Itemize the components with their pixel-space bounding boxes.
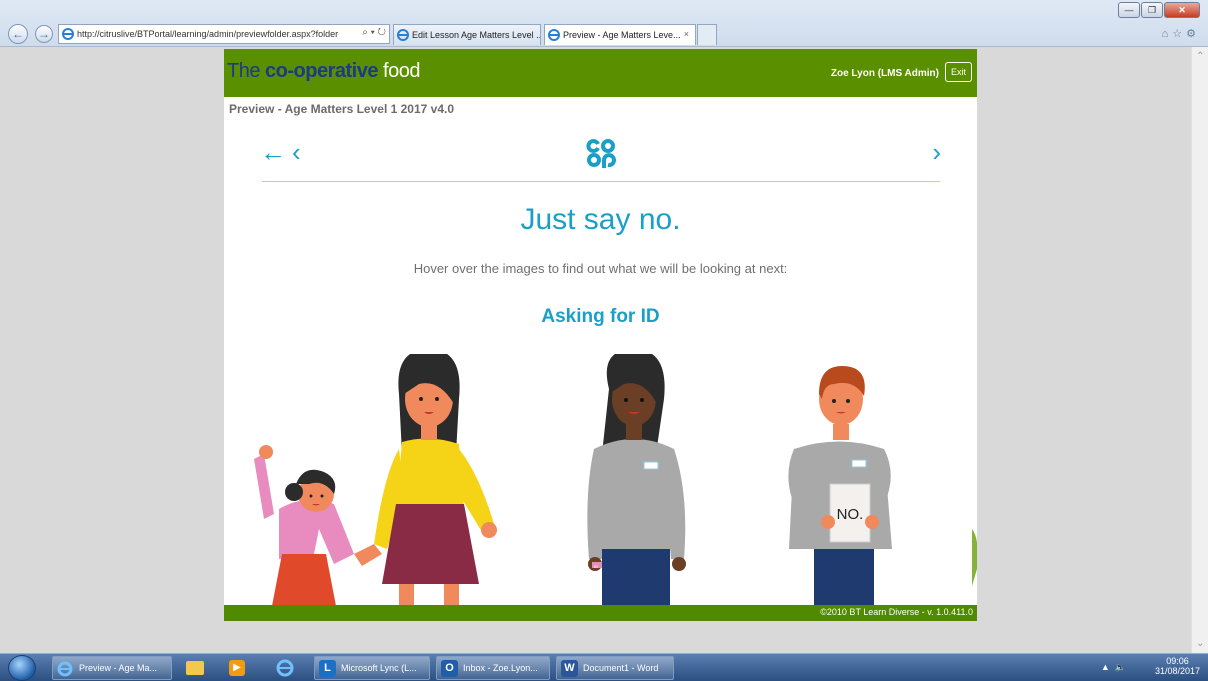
speaker-icon[interactable]: 🔈	[1115, 662, 1126, 672]
clock[interactable]: 09:06 31/08/2017	[1155, 656, 1200, 676]
home-icon[interactable]: ⌂	[1162, 28, 1173, 40]
restore-icon: ❐	[1147, 4, 1157, 15]
footer-version: ©2010 BT Learn Diverse - v. 1.0.411.0	[820, 607, 973, 617]
portal-footer: ©2010 BT Learn Diverse - v. 1.0.411.0	[224, 605, 977, 621]
id-card-label: ID	[594, 564, 598, 569]
browser-chrome: ← → http://citruslive/BTPortal/learning/…	[0, 0, 1208, 47]
back-arrow-icon: ←	[12, 27, 24, 41]
back-arrow-icon[interactable]: ←	[260, 139, 286, 165]
tab-preview[interactable]: Preview - Age Matters Leve... ×	[544, 24, 696, 45]
slide-instruction: Hover over the images to find out what w…	[413, 261, 788, 276]
portal-header: The co-operative food Zoe Lyon (LMS Admi…	[224, 49, 977, 97]
tab-label: Edit Lesson Age Matters Level ...	[412, 30, 541, 40]
new-tab-button[interactable]	[697, 24, 717, 45]
next-chevron-icon[interactable]: ›	[932, 139, 941, 165]
slide-title: Just say no.	[520, 203, 681, 236]
browser-toolbar-icons: ⌂☆⚙	[1162, 27, 1200, 40]
coop-clover-logo	[586, 139, 616, 168]
forward-arrow-icon: →	[38, 27, 50, 41]
staff-member-figure[interactable]: ID	[587, 354, 686, 606]
ie-pin[interactable]	[268, 656, 302, 680]
lms-portal: The co-operative food Zoe Lyon (LMS Admi…	[224, 49, 977, 621]
start-button[interactable]	[8, 655, 36, 681]
ie-icon	[397, 29, 409, 41]
adult-woman-figure[interactable]	[374, 354, 497, 606]
coop-food-logo: The co-operative food	[227, 60, 420, 82]
minimize-button[interactable]: —	[1118, 2, 1140, 18]
taskbar-item-lync[interactable]: L Microsoft Lync (L...	[314, 656, 430, 680]
scroll-down-icon[interactable]: ⌄	[1196, 638, 1204, 649]
system-tray-icons[interactable]: ▲ 🔈	[1101, 662, 1126, 673]
media-player-icon: ▶	[229, 660, 245, 676]
word-icon: W	[561, 660, 578, 677]
ie-icon	[548, 29, 560, 41]
header-divider	[262, 181, 940, 182]
browser-forward-button[interactable]: →	[35, 25, 53, 43]
windows-taskbar: Preview - Age Ma... ▶ L Microsoft Lync (…	[0, 653, 1208, 681]
explorer-pin[interactable]	[178, 656, 212, 680]
clock-date: 31/08/2017	[1154, 666, 1200, 676]
tray-arrow-icon[interactable]: ▲	[1101, 662, 1110, 672]
characters-illustration: ID NO.	[254, 354, 977, 606]
ie-icon	[62, 28, 74, 40]
favorites-star-icon[interactable]: ☆	[1172, 28, 1186, 40]
previous-chevron-icon[interactable]: ‹	[292, 139, 301, 165]
folder-icon	[186, 661, 204, 675]
browser-viewport: The co-operative food Zoe Lyon (LMS Admi…	[0, 47, 1208, 653]
window-controls: — ❐ ✕	[1118, 2, 1200, 18]
user-name: Zoe Lyon (LMS Admin)	[830, 68, 939, 79]
restore-button[interactable]: ❐	[1141, 2, 1163, 18]
close-window-button[interactable]: ✕	[1164, 2, 1200, 18]
taskbar-item-preview[interactable]: Preview - Age Ma...	[52, 656, 172, 680]
clock-time: 09:06	[1166, 656, 1189, 666]
ie-icon	[57, 661, 73, 677]
gear-icon[interactable]: ⚙	[1186, 28, 1200, 40]
browser-back-button[interactable]: ←	[8, 24, 28, 44]
scroll-up-icon[interactable]: ⌃	[1196, 51, 1204, 62]
outlook-icon: O	[441, 660, 458, 677]
media-player-pin[interactable]: ▶	[220, 656, 254, 680]
tab-label: Preview - Age Matters Leve...	[563, 30, 681, 40]
minimize-icon: —	[1124, 5, 1134, 15]
no-sign-text: NO.	[837, 506, 864, 523]
address-bar[interactable]: http://citruslive/BTPortal/learning/admi…	[58, 24, 390, 44]
close-icon: ✕	[1178, 4, 1186, 15]
course-slide: ← ‹ › Just say no. Hover over the images…	[224, 119, 977, 606]
vertical-scrollbar[interactable]: ⌃ ⌄	[1191, 47, 1208, 653]
close-tab-icon[interactable]: ×	[684, 29, 689, 39]
child-figure[interactable]	[254, 445, 382, 606]
decorative-shape	[972, 529, 977, 586]
staff-man-figure[interactable]: NO.	[788, 366, 892, 606]
ie-icon	[276, 659, 294, 677]
tab-edit-lesson[interactable]: Edit Lesson Age Matters Level ...	[393, 24, 541, 45]
lync-icon: L	[319, 660, 336, 677]
exit-button[interactable]: Exit	[944, 62, 972, 82]
taskbar-item-outlook[interactable]: O Inbox - Zoe.Lyon...	[436, 656, 550, 680]
page-title: Preview - Age Matters Level 1 2017 v4.0	[229, 102, 455, 116]
taskbar-item-word[interactable]: W Document1 - Word	[556, 656, 674, 680]
slide-subtitle: Asking for ID	[541, 306, 660, 327]
address-controls[interactable]: ⌕ ▾ ↻	[359, 27, 386, 38]
address-text: http://citruslive/BTPortal/learning/admi…	[77, 29, 339, 39]
